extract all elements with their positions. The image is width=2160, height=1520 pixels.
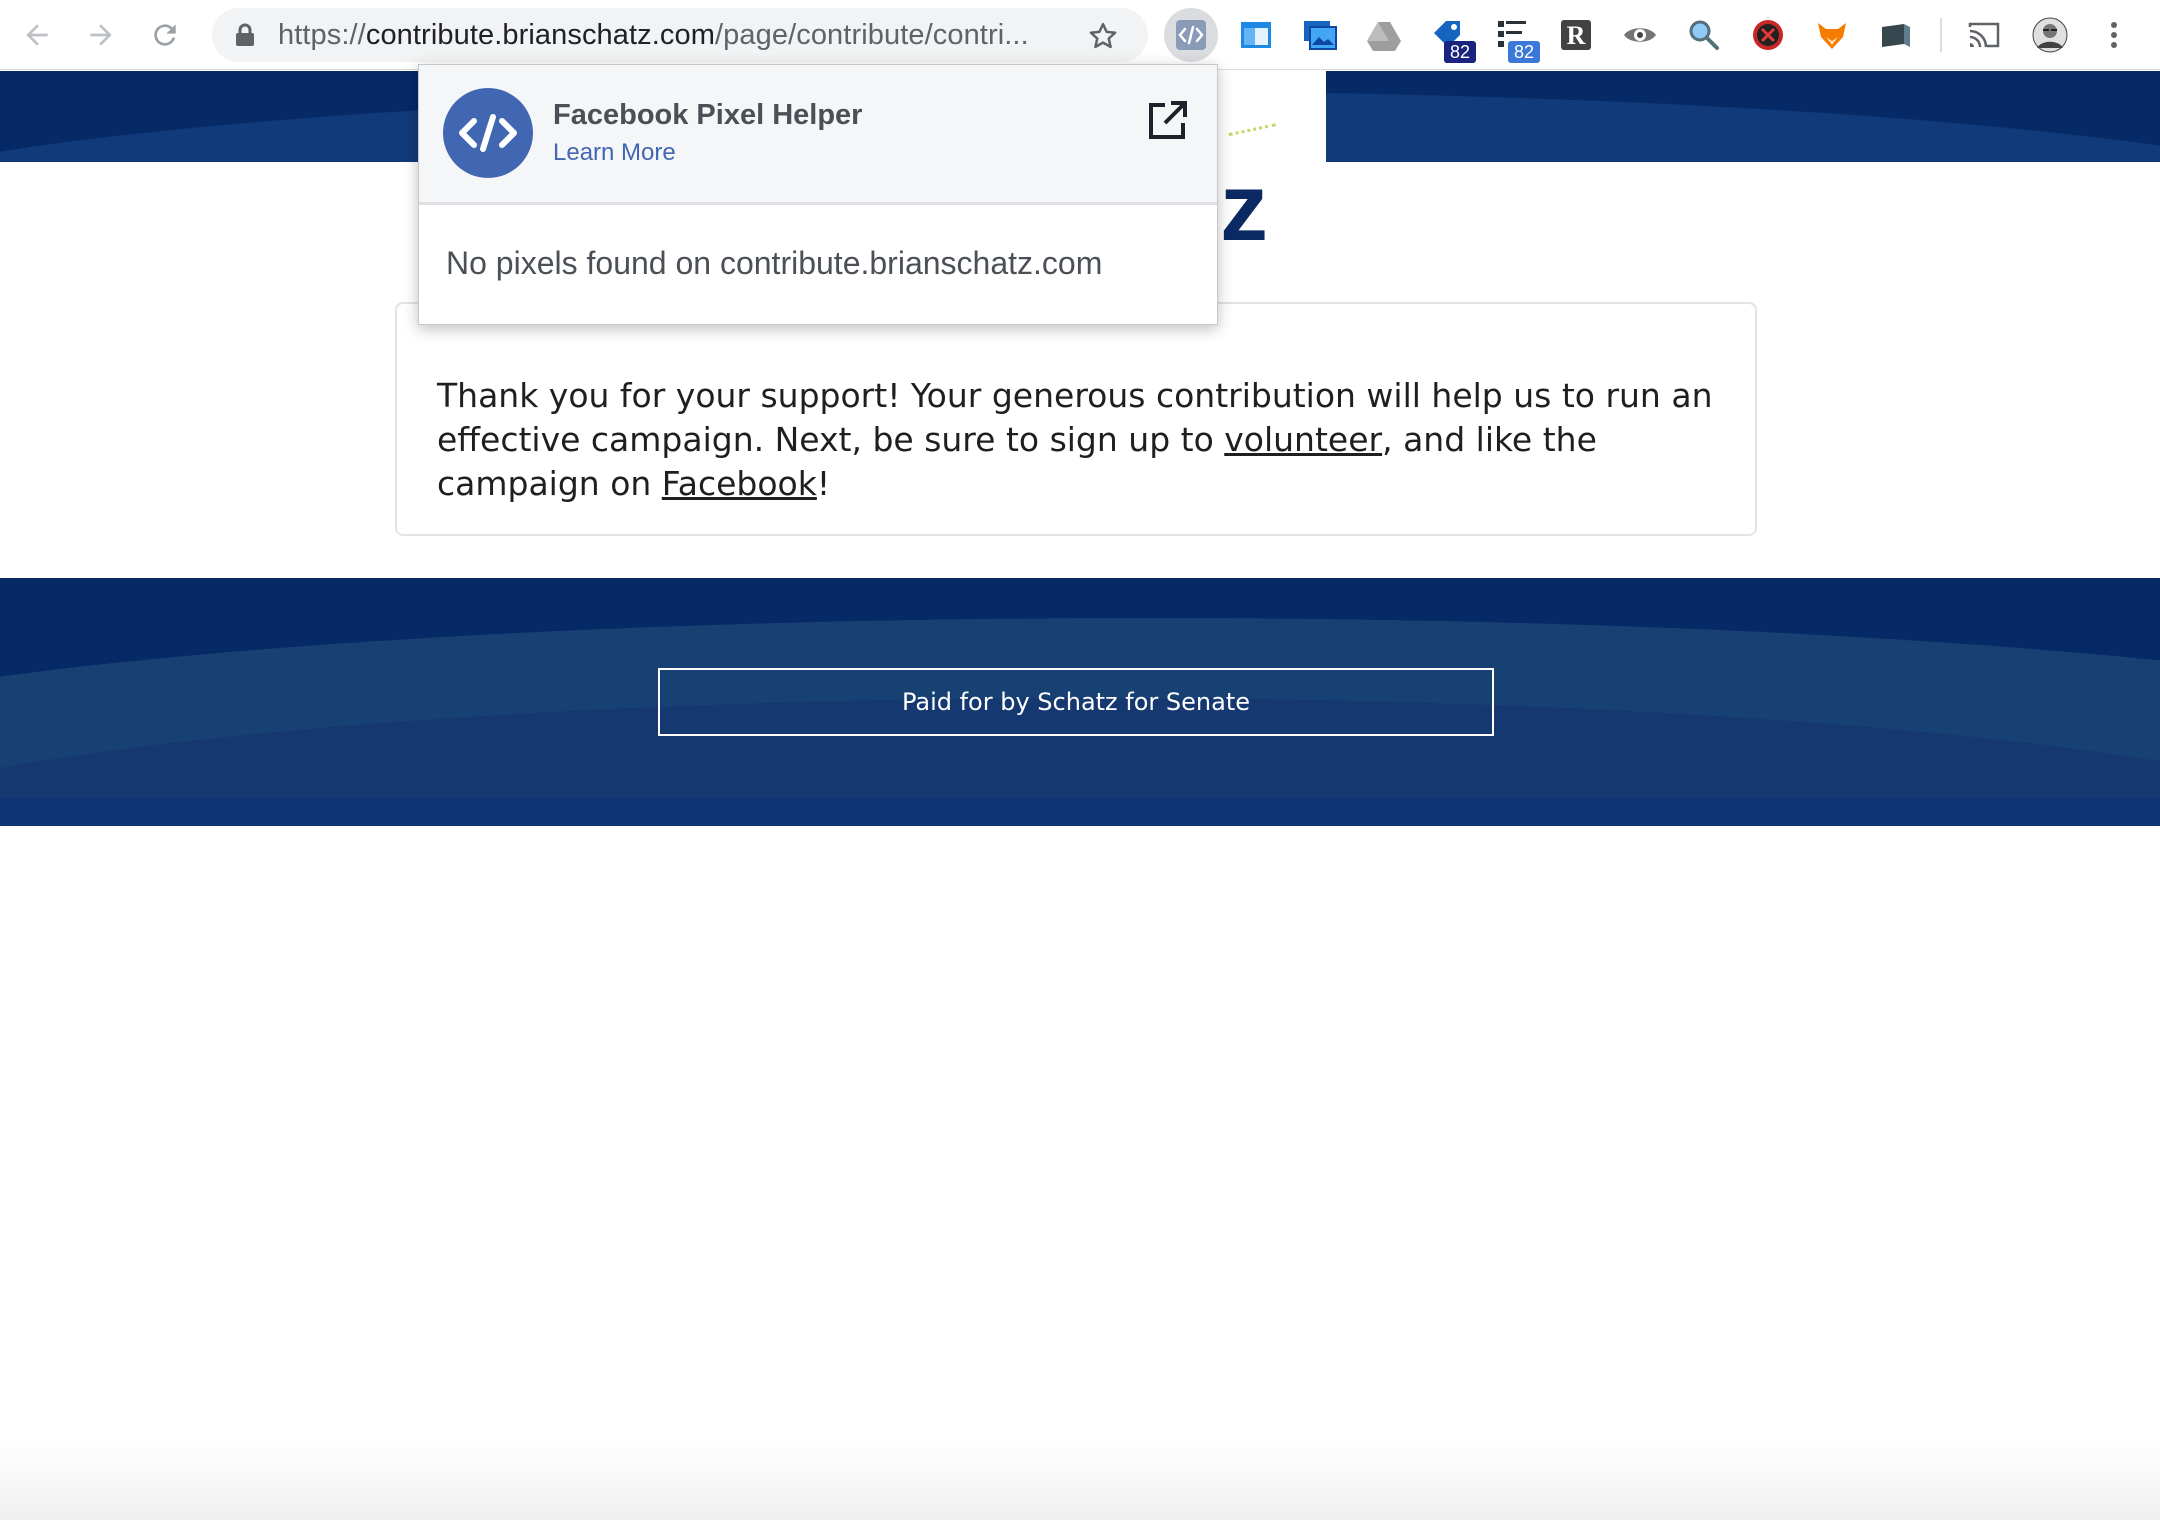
thank-you-card: Thank you for your support! Your generou… xyxy=(395,302,1757,536)
lock-icon xyxy=(236,23,254,46)
r-icon: R xyxy=(1561,20,1591,50)
url-host: contribute.brianschatz.com xyxy=(365,20,715,50)
kebab-menu-icon xyxy=(2111,22,2117,48)
url-scheme: https:// xyxy=(278,20,366,50)
volunteer-link[interactable]: volunteer xyxy=(1224,420,1382,459)
popup-title: Facebook Pixel Helper xyxy=(553,99,863,131)
browser-menu-button[interactable] xyxy=(2092,13,2136,57)
search-magnifier-icon xyxy=(1689,20,1719,50)
drive-extension-button[interactable] xyxy=(1362,13,1406,57)
pixel-helper-icon xyxy=(1176,20,1206,50)
browser-toolbar: https://contribute.brianschatz.com/page/… xyxy=(0,0,2160,70)
address-bar[interactable]: https://contribute.brianschatz.com/page/… xyxy=(212,8,1148,62)
tag-extension-button[interactable]: 82 xyxy=(1426,13,1476,63)
eye-extension-button[interactable] xyxy=(1618,13,1662,57)
profile-avatar-button[interactable] xyxy=(2028,13,2072,57)
tag-badge: 82 xyxy=(1444,41,1476,63)
svg-text:R: R xyxy=(1567,21,1586,50)
pixel-helper-popup: Facebook Pixel Helper Learn More No pixe… xyxy=(418,64,1218,325)
search-extension-button[interactable] xyxy=(1682,13,1726,57)
fox-extension-button[interactable] xyxy=(1810,13,1854,57)
datalayer-extension-button[interactable]: 82 xyxy=(1490,13,1540,63)
folder-extension-button[interactable] xyxy=(1874,13,1918,57)
window-extension-button[interactable] xyxy=(1234,13,1278,57)
cast-icon xyxy=(1968,22,2000,48)
learn-more-link[interactable]: Learn More xyxy=(553,139,676,167)
blocker-extension-button[interactable] xyxy=(1746,13,1790,57)
open-external-icon[interactable] xyxy=(1145,99,1189,143)
r-extension-button[interactable]: R xyxy=(1554,13,1598,57)
footer: Paid for by Schatz for Senate xyxy=(0,578,2160,826)
eye-icon xyxy=(1624,28,1656,42)
page-bottom-shade xyxy=(0,1440,2160,1520)
no-pixels-message: No pixels found on contribute.brianschat… xyxy=(446,245,1103,281)
pixel-helper-extension-button[interactable] xyxy=(1164,8,1218,62)
folder-icon xyxy=(1882,24,1910,47)
screenshot-icon xyxy=(1304,21,1337,50)
fox-icon xyxy=(1818,23,1846,49)
forward-button[interactable] xyxy=(80,14,122,56)
facebook-link[interactable]: Facebook xyxy=(662,464,817,503)
logo-text-fragment: z xyxy=(1220,154,1268,261)
reload-icon xyxy=(154,24,176,46)
window-icon xyxy=(1241,22,1271,48)
bookmark-star-icon[interactable] xyxy=(1088,21,1118,51)
datalayer-badge: 82 xyxy=(1508,41,1540,63)
url-path: /page/contribute/contri... xyxy=(715,20,1029,50)
code-brackets-icon xyxy=(459,114,517,152)
pixel-helper-logo-icon xyxy=(443,88,533,178)
drive-icon xyxy=(1367,22,1401,51)
screenshot-extension-button[interactable] xyxy=(1298,13,1342,57)
back-button[interactable] xyxy=(16,14,58,56)
footer-stripe xyxy=(0,798,2160,826)
cast-button[interactable] xyxy=(1962,13,2006,57)
thank-you-message: Thank you for your support! Your generou… xyxy=(437,374,1727,506)
forward-arrow-icon xyxy=(90,24,112,46)
url-text: https://contribute.brianschatz.com/page/… xyxy=(278,20,1058,50)
avatar xyxy=(2032,17,2068,53)
paid-for-disclaimer: Paid for by Schatz for Senate xyxy=(658,668,1494,736)
toolbar-divider xyxy=(1940,18,1942,52)
popup-header: Facebook Pixel Helper Learn More xyxy=(419,65,1217,205)
blocker-icon xyxy=(1753,20,1783,50)
message-text-3: ! xyxy=(816,464,831,503)
back-arrow-icon xyxy=(26,24,48,46)
reload-button[interactable] xyxy=(144,14,186,56)
